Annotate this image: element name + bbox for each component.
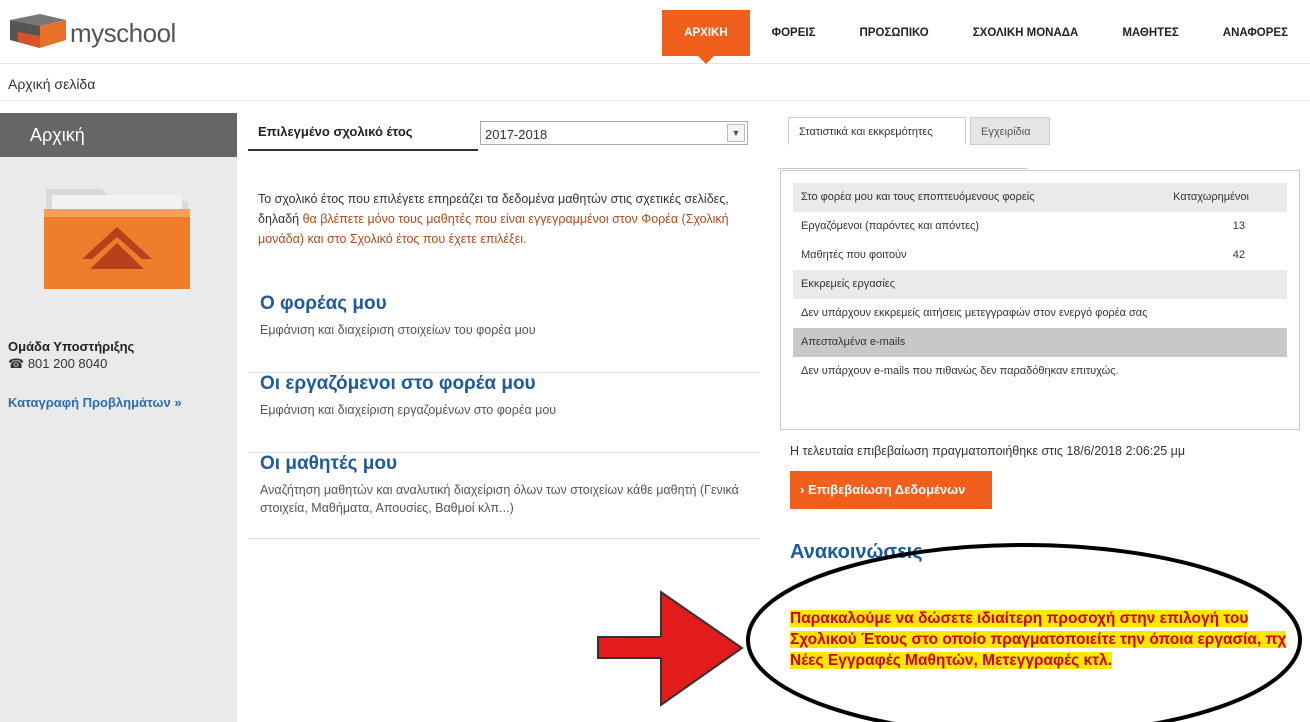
my-organization-link[interactable]: Ο φορέας μου [260, 293, 387, 315]
support-phone: ☎ 801 200 8040 [8, 356, 108, 371]
last-confirmation-text: Η τελευταία επιβεβαίωση πραγματοποιήθηκε… [790, 444, 1186, 458]
sent-emails-header: Απεσταλμένα e-mails [793, 328, 1287, 357]
confirm-data-button[interactable]: › Επιβεβαίωση Δεδομένων [790, 471, 992, 509]
tab-divider [778, 168, 1028, 169]
pending-tasks-text: Δεν υπάρχουν εκκρεμείς αιτήσεις μετεγγρα… [801, 307, 1148, 319]
statistics-panel: Στο φορέα μου και τους εποπτευόμενους φο… [780, 170, 1300, 430]
divider [0, 100, 1310, 101]
tab-statistics[interactable]: Στατιστικά και εκκρεμότητες [788, 117, 966, 145]
pending-tasks-header: Εκκρεμείς εργασίες [793, 270, 1287, 299]
school-year-select[interactable]: 2017-2018 ▼ [480, 121, 748, 145]
logo-icon [10, 14, 66, 48]
stats-header-row: Στο φορέα μου και τους εποπτευόμενους φο… [793, 183, 1287, 212]
announcements-title: Ανακοινώσεις [790, 541, 923, 563]
school-year-value: 2017-2018 [485, 127, 548, 142]
stats-employees-row: Εργαζόμενοι (παρόντες και απόντες) 13 [801, 220, 1245, 232]
chevron-down-icon[interactable]: ▼ [727, 124, 745, 142]
announcement-notice: Παρακαλούμε να δώσετε ιδιαίτερη προσοχή … [790, 610, 1287, 669]
nav-organizations[interactable]: ΦΟΡΕΙΣ [750, 10, 838, 56]
year-label-underline [248, 149, 478, 151]
section-description: Εμφάνιση και διαχείριση στοιχείων του φο… [260, 323, 536, 337]
main-nav: ΑΡΧΙΚΗ ΦΟΡΕΙΣ ΠΡΟΣΩΠΙΚΟ ΣΧΟΛΙΚΗ ΜΟΝΑΔΑ Μ… [662, 10, 1310, 64]
nav-staff[interactable]: ΠΡΟΣΩΠΙΚΟ [837, 10, 950, 56]
school-year-label: Επιλεγμένο σχολικό έτος [258, 124, 413, 139]
sidebar: Αρχική Ομάδα Υποστήριξης ☎ 801 200 8040 … [0, 113, 237, 722]
my-employees-link[interactable]: Οι εργαζόμενοι στο φορέα μου [260, 373, 536, 395]
sent-emails-text: Δεν υπάρχουν e-mails που πιθανώς δεν παρ… [801, 365, 1119, 377]
school-year-row: Επιλεγμένο σχολικό έτος 2017-2018 ▼ [248, 113, 760, 151]
section-my-organization: Ο φορέας μου Εμφάνιση και διαχείριση στο… [248, 293, 760, 373]
nav-school-unit[interactable]: ΣΧΟΛΙΚΗ ΜΟΝΑΔΑ [951, 10, 1101, 56]
section-my-employees: Οι εργαζόμενοι στο φορέα μου Εμφάνιση κα… [248, 373, 760, 453]
sidebar-title: Αρχική [0, 113, 237, 157]
section-description: Εμφάνιση και διαχείριση εργαζομένων στο … [260, 403, 557, 417]
section-my-students: Οι μαθητές μου Αναζήτηση μαθητών και ανα… [248, 453, 760, 539]
stats-students-row: Μαθητές που φοιτούν 42 [801, 249, 1245, 261]
school-year-info: Το σχολικό έτος που επιλέγετε επηρεάζει … [258, 192, 729, 246]
home-folder-icon [44, 189, 190, 289]
report-problems-link[interactable]: Καταγραφή Προβλημάτων » [8, 395, 182, 410]
logo-text: myschool [70, 18, 176, 48]
nav-reports[interactable]: ΑΝΑΦΟΡΕΣ [1201, 10, 1310, 56]
myschool-logo[interactable]: myschool [10, 14, 190, 54]
my-students-link[interactable]: Οι μαθητές μου [260, 453, 397, 475]
breadcrumb: Αρχική σελίδα [8, 76, 96, 92]
tab-manuals[interactable]: Εγχειρίδια [970, 117, 1050, 145]
section-description: Αναζήτηση μαθητών και αναλυτική διαχείρι… [260, 483, 739, 515]
nav-home[interactable]: ΑΡΧΙΚΗ [662, 10, 750, 64]
top-header: myschool ΑΡΧΙΚΗ ΦΟΡΕΙΣ ΠΡΟΣΩΠΙΚΟ ΣΧΟΛΙΚΗ… [0, 0, 1310, 64]
support-team-title: Ομάδα Υποστήριξης [8, 339, 135, 354]
red-arrow-icon [597, 590, 744, 707]
phone-icon: ☎ [8, 356, 28, 371]
nav-students[interactable]: ΜΑΘΗΤΕΣ [1100, 10, 1200, 56]
